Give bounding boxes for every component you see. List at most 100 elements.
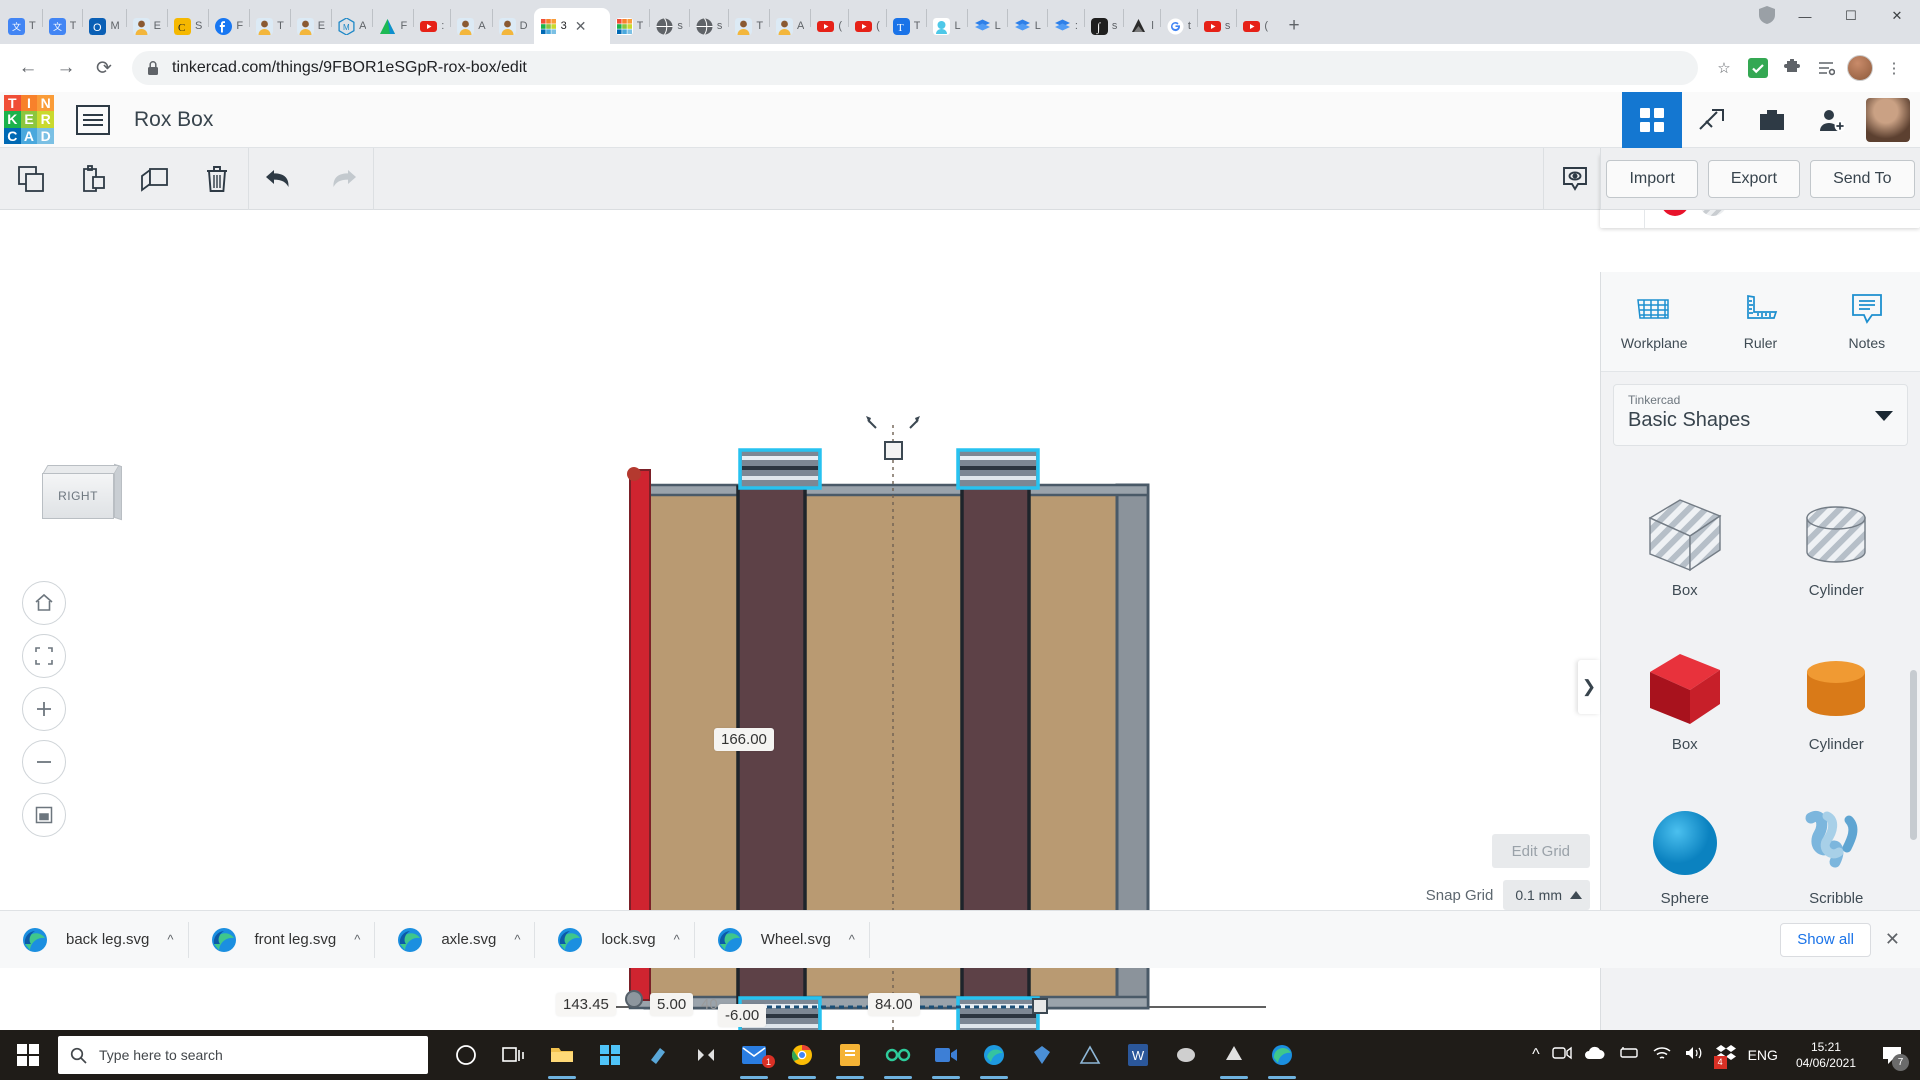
tab[interactable]: OM	[83, 8, 125, 44]
tab[interactable]: D	[493, 8, 534, 44]
send-to-button[interactable]: Send To	[1810, 160, 1914, 198]
chevron-up-icon[interactable]: ^	[674, 932, 680, 947]
download-item[interactable]: axle.svg^	[375, 911, 534, 969]
extensions-icon[interactable]	[1776, 52, 1808, 84]
download-item[interactable]: back leg.svg^	[0, 911, 188, 969]
tab[interactable]: 文T	[43, 8, 83, 44]
download-item[interactable]: Wheel.svg^	[695, 911, 869, 969]
show-hide-icon[interactable]	[1544, 148, 1606, 210]
shield-extension-icon[interactable]	[1752, 0, 1782, 30]
close-window-button[interactable]: ✕	[1874, 0, 1920, 32]
onedrive-icon[interactable]	[1584, 1046, 1606, 1065]
gallery-icon[interactable]	[1742, 92, 1802, 148]
avatar[interactable]	[1866, 98, 1910, 142]
camera-icon[interactable]	[922, 1030, 970, 1080]
model-render[interactable]	[0, 210, 1600, 1030]
task-view-icon[interactable]	[490, 1030, 538, 1080]
tab[interactable]: :	[414, 8, 450, 44]
tab[interactable]: l	[1124, 8, 1159, 44]
library-item-scribble[interactable]: Scribble	[1761, 778, 1913, 928]
redo-icon[interactable]	[311, 148, 373, 210]
chevron-down-icon[interactable]	[1875, 409, 1893, 427]
dimension-label[interactable]: 84.00	[868, 993, 920, 1016]
tab[interactable]: F	[373, 8, 413, 44]
chevron-up-icon[interactable]: ^	[849, 932, 855, 947]
screen-record-icon[interactable]	[1552, 1045, 1572, 1066]
tab[interactable]: MA	[332, 8, 372, 44]
library-category-select[interactable]: Tinkercad Basic Shapes	[1613, 384, 1908, 446]
inkscape-icon[interactable]	[1210, 1030, 1258, 1080]
volume-icon[interactable]	[1684, 1045, 1704, 1066]
dimension-label[interactable]: 143.45	[556, 993, 616, 1016]
tab[interactable]: T	[610, 8, 650, 44]
tab[interactable]: (	[849, 8, 886, 44]
tab[interactable]: T	[729, 8, 769, 44]
chrome-menu-icon[interactable]: ⋮	[1878, 52, 1910, 84]
reading-list-icon[interactable]	[1810, 52, 1842, 84]
new-tab-button[interactable]: +	[1280, 12, 1308, 40]
tab[interactable]: s	[650, 8, 689, 44]
file-explorer-icon[interactable]	[538, 1030, 586, 1080]
tab[interactable]: TT	[887, 8, 927, 44]
download-item[interactable]: lock.svg^	[535, 911, 693, 969]
snap-grid-select[interactable]: 0.1 mm	[1503, 880, 1590, 910]
duplicate-icon[interactable]	[124, 148, 186, 210]
edit-grid-button[interactable]: Edit Grid	[1492, 834, 1590, 868]
forward-button[interactable]: →	[48, 50, 84, 86]
chevron-up-icon[interactable]: ^	[167, 932, 173, 947]
notification-center-icon[interactable]: 7	[1874, 1030, 1910, 1080]
copy-icon[interactable]	[0, 148, 62, 210]
notes-tool[interactable]: Notes	[1814, 272, 1920, 371]
language-indicator[interactable]: ENG	[1748, 1047, 1778, 1063]
minimize-button[interactable]: —	[1782, 0, 1828, 32]
back-button[interactable]: ←	[10, 50, 46, 86]
add-user-icon[interactable]	[1802, 92, 1862, 148]
tab[interactable]: s	[1198, 8, 1237, 44]
page-title[interactable]: Rox Box	[134, 108, 213, 132]
tab[interactable]: L	[927, 8, 966, 44]
extension-check-icon[interactable]	[1742, 52, 1774, 84]
dimension-label[interactable]: 166.00	[714, 728, 774, 751]
tab[interactable]: CS	[168, 8, 208, 44]
libreoffice-icon[interactable]	[826, 1030, 874, 1080]
library-item-cylinder-grey[interactable]: Cylinder	[1761, 470, 1913, 620]
delete-icon[interactable]	[186, 148, 248, 210]
panel-toggle-chevron-right-icon[interactable]: ❯	[1578, 660, 1600, 714]
address-bar[interactable]: tinkercad.com/things/9FBOR1eSGpR-rox-box…	[132, 51, 1698, 85]
tab[interactable]: E	[127, 8, 167, 44]
reload-button[interactable]: ⟳	[86, 50, 122, 86]
blender-icon[interactable]	[682, 1030, 730, 1080]
library-item-cylinder-orange[interactable]: Cylinder	[1761, 624, 1913, 774]
chevron-up-icon[interactable]: ^	[354, 932, 360, 947]
mail-icon[interactable]: 1	[730, 1030, 778, 1080]
library-item-box-red[interactable]: Box	[1609, 624, 1761, 774]
tab-active[interactable]: 3✕	[534, 8, 610, 44]
tab[interactable]: A	[451, 8, 491, 44]
chevron-up-icon[interactable]: ^	[514, 932, 520, 947]
cortana-icon[interactable]	[442, 1030, 490, 1080]
project-menu-icon[interactable]	[76, 105, 110, 135]
bookmark-star-icon[interactable]: ☆	[1708, 52, 1740, 84]
tab[interactable]: (	[811, 8, 848, 44]
wifi-icon[interactable]	[1652, 1045, 1672, 1066]
import-button[interactable]: Import	[1606, 160, 1697, 198]
library-item-box-grey[interactable]: Box	[1609, 470, 1761, 620]
maximize-button[interactable]: ☐	[1828, 0, 1874, 32]
paste-icon[interactable]	[62, 148, 124, 210]
profile-avatar[interactable]	[1844, 52, 1876, 84]
tab[interactable]: L	[1008, 8, 1047, 44]
tab[interactable]: s	[690, 8, 729, 44]
tab[interactable]: E	[291, 8, 331, 44]
download-item[interactable]: front leg.svg^	[189, 911, 375, 969]
dimension-label[interactable]: -6.00	[718, 1004, 766, 1027]
workplane-tool[interactable]: Workplane	[1601, 272, 1707, 371]
edge-beta-icon[interactable]	[970, 1030, 1018, 1080]
tab[interactable]: ∫s	[1085, 8, 1124, 44]
sketch-icon[interactable]	[1018, 1030, 1066, 1080]
tab[interactable]: t	[1161, 8, 1197, 44]
tab[interactable]: F	[209, 8, 249, 44]
library-item-sphere[interactable]: Sphere	[1609, 778, 1761, 928]
grid-view-icon[interactable]	[1622, 92, 1682, 148]
codeblocks-icon[interactable]	[1682, 92, 1742, 148]
3d-canvas[interactable]: RIGHT	[0, 210, 1600, 1030]
